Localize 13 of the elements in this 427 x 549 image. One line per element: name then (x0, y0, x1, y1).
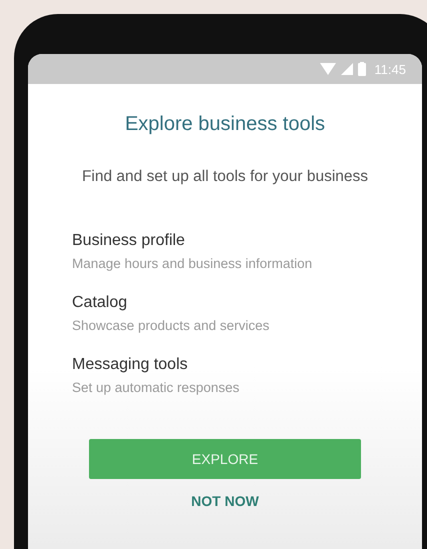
tool-description: Manage hours and business information (72, 256, 314, 271)
tool-name: Business profile (72, 232, 186, 250)
wifi-icon (320, 63, 336, 75)
not-now-button[interactable]: NOT NOW (183, 489, 267, 513)
explore-button[interactable]: EXPLORE (89, 439, 361, 479)
tool-name: Catalog (72, 294, 128, 312)
tool-description: Showcase products and services (72, 318, 270, 333)
dialog-title: Explore business tools (124, 113, 326, 136)
tool-name: Messaging tools (72, 356, 189, 374)
dialog-subtitle: Find and set up all tools for your business (82, 168, 368, 186)
signal-icon (341, 63, 354, 75)
tool-description: Set up automatic responses (72, 380, 240, 395)
battery-icon (358, 62, 366, 76)
